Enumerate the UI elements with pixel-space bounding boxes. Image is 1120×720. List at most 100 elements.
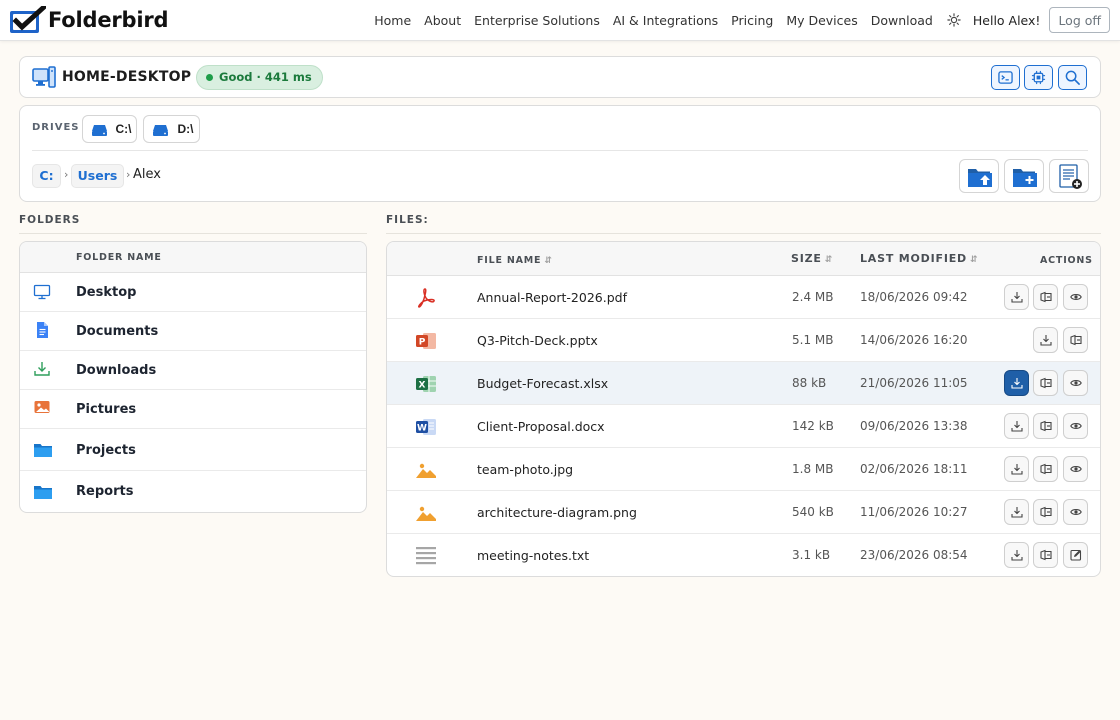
theme-toggle-icon[interactable]	[947, 13, 961, 27]
file-row[interactable]: meeting-notes.txt 3.1 kB 23/06/2026 08:5…	[387, 534, 1100, 576]
new-folder-button[interactable]	[1004, 159, 1044, 193]
download-button[interactable]	[1033, 327, 1058, 353]
image-file-icon	[416, 506, 436, 521]
file-name[interactable]: architecture-diagram.png	[477, 505, 637, 520]
folder-icon	[34, 486, 52, 499]
folder-row-projects[interactable]: Projects	[20, 429, 366, 471]
breadcrumb-separator: ›	[64, 168, 69, 181]
download-button[interactable]	[1004, 499, 1029, 525]
file-row[interactable]: Annual-Report-2026.pdf 2.4 MB 18/06/2026…	[387, 276, 1100, 319]
svg-text:X: X	[419, 381, 426, 391]
eye-icon	[1070, 423, 1082, 429]
file-row[interactable]: team-photo.jpg 1.8 MB 02/06/2026 18:11	[387, 448, 1100, 491]
logoff-button[interactable]: Log off	[1049, 7, 1110, 33]
preview-button[interactable]	[1063, 370, 1088, 396]
brand-link[interactable]: Folderbird	[9, 6, 169, 34]
folder-name: Desktop	[76, 285, 137, 300]
file-size: 2.4 MB	[792, 290, 834, 304]
share-button[interactable]	[1033, 499, 1058, 525]
column-file-name[interactable]: FILE NAME ⇵	[477, 255, 552, 266]
column-size[interactable]: SIZE ⇵	[791, 252, 832, 265]
download-icon	[1011, 550, 1023, 561]
folder-row-documents[interactable]: Documents	[20, 312, 366, 351]
file-size: 3.1 kB	[792, 548, 831, 562]
folder-row-reports[interactable]: Reports	[20, 471, 366, 512]
drives-label: DRIVES	[32, 122, 80, 133]
share-button[interactable]	[1033, 456, 1058, 482]
download-button[interactable]	[1004, 284, 1029, 310]
share-icon	[1040, 549, 1052, 561]
column-last-modified[interactable]: LAST MODIFIED ⇵	[860, 252, 978, 265]
device-name: HOME-DESKTOP	[62, 69, 192, 85]
folders-table-header: FOLDER NAME	[20, 242, 366, 273]
svg-text:P: P	[419, 338, 426, 348]
status-dot	[206, 74, 213, 81]
terminal-button[interactable]	[991, 65, 1020, 90]
share-icon	[1040, 463, 1052, 475]
file-modified: 02/06/2026 18:11	[860, 462, 968, 476]
file-name[interactable]: Q3-Pitch-Deck.pptx	[477, 333, 598, 348]
search-button[interactable]	[1058, 65, 1087, 90]
share-button[interactable]	[1033, 370, 1058, 396]
nav-link-home[interactable]: Home	[374, 13, 411, 28]
file-row[interactable]: P Q3-Pitch-Deck.pptx 5.1 MB 14/06/2026 1…	[387, 319, 1100, 362]
preview-button[interactable]	[1063, 413, 1088, 439]
file-name[interactable]: team-photo.jpg	[477, 462, 573, 477]
file-row[interactable]: W Client-Proposal.docx 142 kB 09/06/2026…	[387, 405, 1100, 448]
edit-button[interactable]	[1063, 542, 1088, 568]
file-row[interactable]: X Budget-Forecast.xlsx 88 kB 21/06/2026 …	[387, 362, 1100, 405]
nav-link-pricing[interactable]: Pricing	[731, 13, 773, 28]
system-info-button[interactable]	[1024, 65, 1053, 90]
sort-icon: ⇵	[824, 255, 833, 265]
folder-row-pictures[interactable]: Pictures	[20, 390, 366, 429]
preview-button[interactable]	[1063, 284, 1088, 310]
file-name[interactable]: Annual-Report-2026.pdf	[477, 290, 627, 305]
nav-link-about[interactable]: About	[424, 13, 461, 28]
new-file-button[interactable]	[1049, 159, 1089, 193]
picture-icon	[34, 401, 50, 413]
download-button[interactable]	[1004, 413, 1029, 439]
breadcrumb-c[interactable]: C:	[32, 164, 61, 188]
drive-c-button[interactable]: C:\	[82, 115, 137, 143]
file-row[interactable]: architecture-diagram.png 540 kB 11/06/20…	[387, 491, 1100, 534]
breadcrumb-users[interactable]: Users	[71, 164, 124, 188]
download-button[interactable]	[1004, 370, 1029, 396]
preview-button[interactable]	[1063, 456, 1088, 482]
upload-folder-button[interactable]	[959, 159, 999, 193]
nav-link-ai-integrations[interactable]: AI & Integrations	[613, 13, 718, 28]
folder-row-desktop[interactable]: Desktop	[20, 273, 366, 312]
download-icon	[1011, 464, 1023, 475]
download-button[interactable]	[1004, 542, 1029, 568]
share-icon	[1040, 291, 1052, 303]
drive-d-button[interactable]: D:\	[143, 115, 200, 143]
nav-links: Home About Enterprise Solutions AI & Int…	[361, 0, 1110, 40]
share-button[interactable]	[1063, 327, 1088, 353]
drive-icon	[153, 125, 168, 136]
document-icon	[37, 322, 48, 338]
file-name[interactable]: Budget-Forecast.xlsx	[477, 376, 608, 391]
nav-link-download[interactable]: Download	[871, 13, 933, 28]
preview-button[interactable]	[1063, 499, 1088, 525]
download-button[interactable]	[1004, 456, 1029, 482]
file-name[interactable]: meeting-notes.txt	[477, 548, 589, 563]
folder-name: Pictures	[76, 402, 137, 417]
file-modified: 11/06/2026 10:27	[860, 505, 968, 519]
folder-row-downloads[interactable]: Downloads	[20, 351, 366, 390]
download-icon	[1011, 378, 1023, 389]
file-size: 142 kB	[792, 419, 834, 433]
nav-link-enterprise-solutions[interactable]: Enterprise Solutions	[474, 13, 600, 28]
file-modified: 18/06/2026 09:42	[860, 290, 968, 304]
nav-link-my-devices[interactable]: My Devices	[786, 13, 857, 28]
download-icon	[1011, 507, 1023, 518]
text-file-icon	[416, 547, 436, 565]
column-size-label: SIZE	[791, 252, 822, 265]
share-button[interactable]	[1033, 542, 1058, 568]
breadcrumb-separator: ›	[126, 168, 131, 181]
brand-name: Folderbird	[48, 8, 169, 32]
share-button[interactable]	[1033, 284, 1058, 310]
files-panel: FILE NAME ⇵ SIZE ⇵ LAST MODIFIED ⇵ ACTIONS …	[386, 241, 1101, 577]
file-name[interactable]: Client-Proposal.docx	[477, 419, 605, 434]
breadcrumb-current: Alex	[133, 167, 161, 182]
share-button[interactable]	[1033, 413, 1058, 439]
path-navigation-card: DRIVES C:\ D:\ C: › Users › Alex	[19, 105, 1101, 202]
